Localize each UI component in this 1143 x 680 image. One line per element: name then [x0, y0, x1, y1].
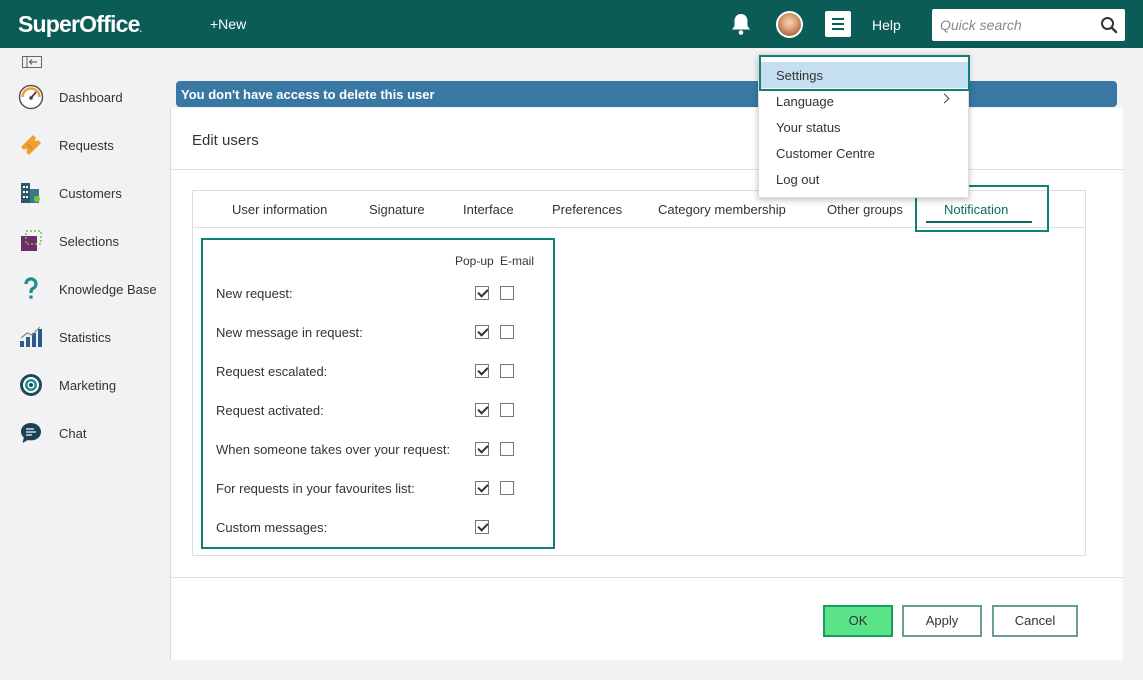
- apply-button[interactable]: Apply: [902, 605, 982, 637]
- tab-category-membership[interactable]: Category membership: [658, 202, 786, 217]
- new-button[interactable]: +New: [210, 16, 246, 32]
- top-bar: SuperOffice. +New Help: [0, 0, 1143, 48]
- popup-checkbox[interactable]: [475, 520, 489, 534]
- menu-item-log-out[interactable]: Log out: [759, 166, 968, 192]
- tab-signature[interactable]: Signature: [369, 202, 425, 217]
- notification-label: Custom messages:: [216, 520, 328, 535]
- chevron-right-icon: [939, 93, 950, 104]
- sidebar-item-label: Chat: [59, 426, 87, 441]
- ok-button[interactable]: OK: [823, 605, 893, 637]
- sidebar-item-marketing[interactable]: Marketing: [0, 366, 170, 406]
- popup-checkbox[interactable]: [475, 286, 489, 300]
- menu-item-label: Language: [776, 94, 834, 109]
- notification-label: Request activated:: [216, 403, 324, 418]
- popup-column-header: Pop-up: [455, 254, 494, 268]
- divider: [171, 577, 1124, 578]
- gauge-icon: [18, 84, 44, 110]
- sidebar-item-label: Selections: [59, 234, 119, 249]
- page-title: Edit users: [192, 132, 259, 149]
- popup-checkbox[interactable]: [475, 325, 489, 339]
- tab-other-groups[interactable]: Other groups: [827, 202, 903, 217]
- menu-line-icon: [832, 28, 844, 30]
- menu-item-language[interactable]: Language: [759, 88, 968, 114]
- popup-checkbox[interactable]: [475, 481, 489, 495]
- collapse-sidebar-icon[interactable]: [22, 56, 42, 68]
- cancel-button[interactable]: Cancel: [992, 605, 1078, 637]
- buildings-icon: [21, 183, 40, 203]
- ticket-icon: [21, 135, 41, 155]
- superoffice-logo[interactable]: SuperOffice.: [18, 11, 143, 38]
- menu-line-icon: [832, 23, 844, 25]
- email-checkbox[interactable]: [500, 364, 514, 378]
- divider: [171, 169, 1124, 170]
- tab-interface[interactable]: Interface: [463, 202, 514, 217]
- email-checkbox[interactable]: [500, 325, 514, 339]
- email-checkbox[interactable]: [500, 481, 514, 495]
- logo-mark: .: [139, 25, 143, 34]
- email-checkbox[interactable]: [500, 286, 514, 300]
- notification-label: New request:: [216, 286, 293, 301]
- popup-checkbox[interactable]: [475, 403, 489, 417]
- sidebar-item-label: Requests: [59, 138, 114, 153]
- sidebar-item-knowledge-base[interactable]: Knowledge Base: [0, 270, 170, 310]
- quick-search: [932, 9, 1125, 41]
- notification-label: For requests in your favourites list:: [216, 481, 415, 496]
- selection-icon: [21, 230, 42, 251]
- sidebar-item-customers[interactable]: Customers: [0, 174, 170, 214]
- help-link[interactable]: Help: [872, 17, 901, 33]
- sidebar-item-label: Dashboard: [59, 90, 123, 105]
- chat-bubble-icon: [21, 423, 41, 443]
- edit-users-panel: Edit users User information Signature In…: [170, 108, 1124, 660]
- sidebar-item-label: Statistics: [59, 330, 112, 345]
- sidebar-item-statistics[interactable]: Statistics: [0, 318, 170, 358]
- menu-item-your-status[interactable]: Your status: [759, 114, 968, 140]
- bell-icon[interactable]: [728, 11, 754, 37]
- tab-preferences[interactable]: Preferences: [552, 202, 622, 217]
- sidebar-item-label: Customers: [59, 186, 122, 201]
- popup-checkbox[interactable]: [475, 364, 489, 378]
- question-icon: [24, 277, 38, 299]
- menu-line-icon: [832, 18, 844, 20]
- email-checkbox[interactable]: [500, 442, 514, 456]
- menu-item-settings[interactable]: Settings: [759, 62, 968, 88]
- notification-label: Request escalated:: [216, 364, 328, 379]
- sidebar-item-selections[interactable]: Selections: [0, 222, 170, 262]
- sidebar-item-dashboard[interactable]: Dashboard: [0, 78, 170, 118]
- notification-settings: Pop-up E-mail New request: New message i…: [201, 238, 555, 549]
- bar-chart-icon: [20, 326, 42, 347]
- target-icon: [20, 374, 42, 396]
- quick-search-input[interactable]: [933, 10, 1093, 40]
- main-menu-dropdown: Settings Language Your status Customer C…: [758, 54, 970, 198]
- tab-container: User information Signature Interface Pre…: [192, 185, 1086, 556]
- sidebar-item-requests[interactable]: Requests: [0, 126, 170, 166]
- access-warning-banner: You don't have access to delete this use…: [176, 81, 1117, 107]
- email-column-header: E-mail: [500, 254, 535, 268]
- tab-user-information[interactable]: User information: [232, 202, 327, 217]
- email-checkbox[interactable]: [500, 403, 514, 417]
- popup-checkbox[interactable]: [475, 442, 489, 456]
- sidebar-item-label: Knowledge Base: [59, 282, 157, 297]
- notification-label: When someone takes over your request:: [216, 442, 451, 457]
- menu-item-customer-centre[interactable]: Customer Centre: [759, 140, 968, 166]
- avatar[interactable]: [776, 11, 803, 38]
- sidebar-item-label: Marketing: [59, 378, 117, 393]
- sidebar-item-chat[interactable]: Chat: [0, 414, 170, 454]
- notification-label: New message in request:: [216, 325, 363, 340]
- sidebar: Dashboard Requests Customers Selections: [0, 48, 170, 680]
- search-icon[interactable]: [1100, 16, 1118, 34]
- main-menu-button[interactable]: [825, 11, 851, 37]
